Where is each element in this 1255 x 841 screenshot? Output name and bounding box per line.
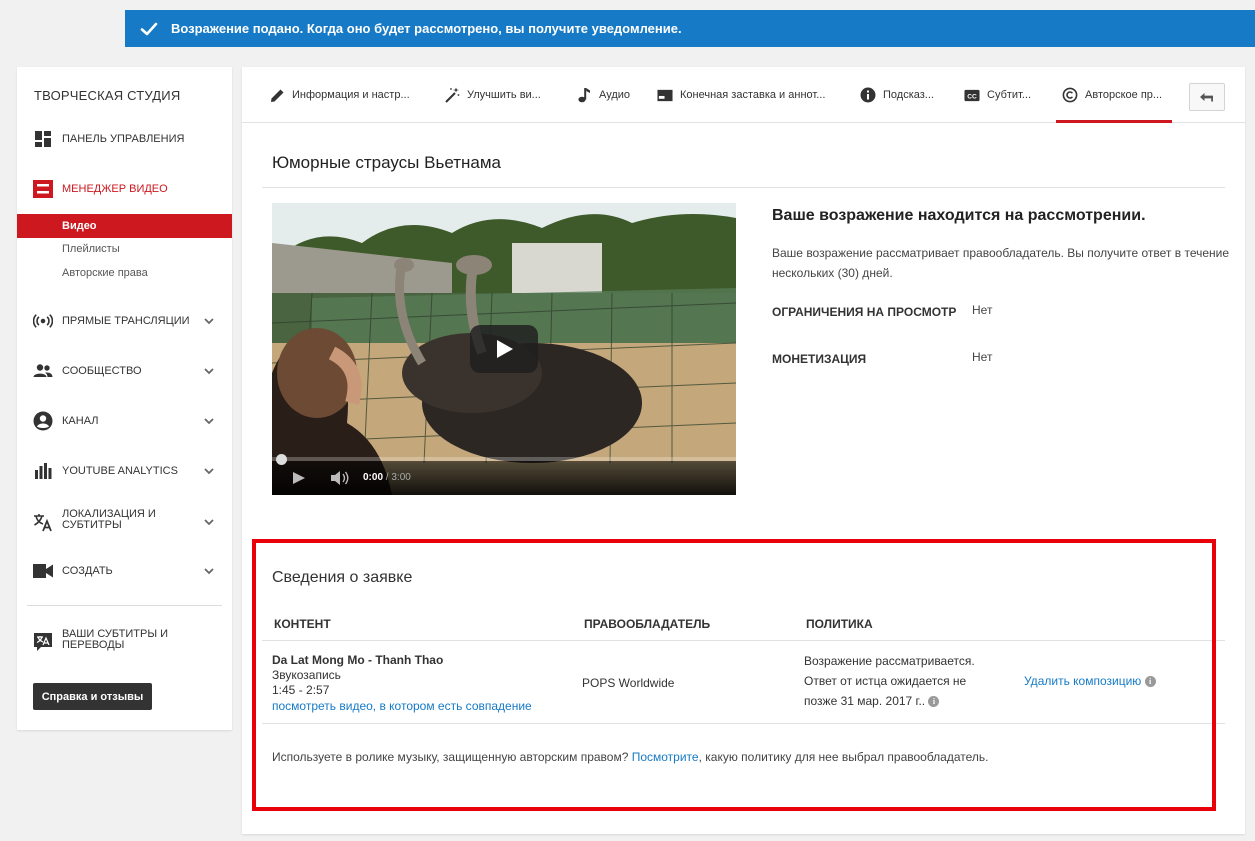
tab-end-screen[interactable]: Конечная заставка и аннот... xyxy=(657,67,825,123)
translate-icon xyxy=(33,512,53,532)
tab-label: Улучшить ви... xyxy=(467,89,541,101)
review-description: Ваше возражение рассматривает правооблад… xyxy=(772,246,1230,280)
restrictions-value: Нет xyxy=(972,303,993,317)
tab-bar: Информация и настр... Улучшить ви... Ауд… xyxy=(242,67,1245,123)
sidebar: ТВОРЧЕСКАЯ СТУДИЯ ПАНЕЛЬ УПРАВЛЕНИЯ МЕНЕ… xyxy=(17,67,232,730)
sidebar-item-label: ВАШИ СУБТИТРЫ И ПЕРЕВОДЫ xyxy=(62,629,168,651)
sidebar-item-label: СООБЩЕСТВО xyxy=(62,364,142,377)
chevron-down-icon[interactable] xyxy=(202,515,216,529)
video-manager-icon xyxy=(33,179,53,199)
sidebar-item-live[interactable]: ПРЯМЫЕ ТРАНСЛЯЦИИ xyxy=(17,311,232,331)
tab-enhance[interactable]: Улучшить ви... xyxy=(444,67,541,123)
tab-audio[interactable]: Аудио xyxy=(576,67,630,123)
tab-label: Авторское пр... xyxy=(1085,89,1163,101)
play-button[interactable] xyxy=(470,325,538,373)
sidebar-item-dashboard[interactable]: ПАНЕЛЬ УПРАВЛЕНИЯ xyxy=(17,129,232,149)
sidebar-divider xyxy=(27,605,222,606)
magic-wand-icon xyxy=(444,87,460,103)
sidebar-item-video-manager[interactable]: МЕНЕДЖЕР ВИДЕО xyxy=(17,179,232,199)
sidebar-item-label: КАНАЛ xyxy=(62,414,99,427)
copyright-icon xyxy=(1062,87,1078,103)
end-screen-icon xyxy=(657,87,673,103)
sidebar-item-label: YOUTUBE ANALYTICS xyxy=(62,464,178,477)
sidebar-item-your-subtitles[interactable]: ВАШИ СУБТИТРЫ И ПЕРЕВОДЫ xyxy=(17,629,232,655)
highlight-box xyxy=(252,539,1216,811)
sidebar-item-label: ЛОКАЛИЗАЦИЯ И СУБТИТРЫ xyxy=(62,509,156,531)
music-note-icon xyxy=(576,87,592,103)
sidebar-item-label: СОЗДАТЬ xyxy=(62,564,113,577)
live-broadcast-icon xyxy=(33,311,53,331)
sidebar-title: ТВОРЧЕСКАЯ СТУДИЯ xyxy=(34,88,181,103)
community-icon xyxy=(33,361,53,381)
play-icon[interactable] xyxy=(292,471,306,485)
notice-text: Возражение подано. Когда оно будет рассм… xyxy=(171,21,682,36)
pencil-icon xyxy=(269,87,285,103)
sidebar-item-label-line: ПЕРЕВОДЫ xyxy=(62,639,125,651)
sidebar-subitem-copyright[interactable]: Авторские права xyxy=(17,261,232,285)
tab-label: Конечная заставка и аннот... xyxy=(680,89,826,101)
sidebar-item-create[interactable]: СОЗДАТЬ xyxy=(17,561,232,581)
time-display: 0:00 / 3:00 xyxy=(363,472,411,483)
sidebar-item-label: ПАНЕЛЬ УПРАВЛЕНИЯ xyxy=(62,132,185,145)
tab-info-settings[interactable]: Информация и настр... xyxy=(269,67,410,123)
play-icon xyxy=(497,340,513,358)
chevron-down-icon[interactable] xyxy=(202,364,216,378)
review-heading: Ваше возражение находится на рассмотрени… xyxy=(772,207,1146,224)
sidebar-item-community[interactable]: СООБЩЕСТВО xyxy=(17,361,232,381)
help-feedback-button[interactable]: Справка и отзывы xyxy=(33,683,152,710)
info-icon xyxy=(860,87,876,103)
sidebar-subitem-video[interactable]: Видео xyxy=(17,214,232,238)
success-notice: Возражение подано. Когда оно будет рассм… xyxy=(125,10,1255,47)
back-button[interactable] xyxy=(1189,83,1225,111)
tab-label: Субтит... xyxy=(987,89,1032,101)
tab-copyright[interactable]: Авторское пр... xyxy=(1055,67,1173,123)
progress-bar[interactable] xyxy=(272,457,736,461)
svg-text:CC: CC xyxy=(967,93,977,100)
chevron-down-icon[interactable] xyxy=(202,464,216,478)
volume-icon[interactable] xyxy=(330,470,350,486)
sidebar-item-label-line: СУБТИТРЫ xyxy=(62,519,122,531)
tab-cards[interactable]: Подсказ... xyxy=(860,67,934,123)
closed-captions-icon: CC xyxy=(964,87,980,103)
video-title: Юморные страусы Вьетнама xyxy=(272,153,501,172)
check-icon xyxy=(140,22,158,35)
player-controls: 0:00 / 3:00 xyxy=(272,454,736,495)
sidebar-subitem-playlists[interactable]: Плейлисты xyxy=(17,237,232,261)
current-time: 0:00 xyxy=(363,472,384,483)
chevron-down-icon[interactable] xyxy=(202,564,216,578)
sidebar-item-localization[interactable]: ЛОКАЛИЗАЦИЯ И СУБТИТРЫ xyxy=(17,509,232,535)
sidebar-item-label: ПРЯМЫЕ ТРАНСЛЯЦИИ xyxy=(62,314,190,327)
account-circle-icon xyxy=(33,411,53,431)
tab-label: Подсказ... xyxy=(883,89,934,101)
duration: / 3:00 xyxy=(385,472,411,483)
video-player[interactable]: 0:00 / 3:00 xyxy=(272,203,736,495)
scrubber-handle[interactable] xyxy=(276,454,287,465)
sidebar-item-label: МЕНЕДЖЕР ВИДЕО xyxy=(62,182,168,195)
bar-chart-icon xyxy=(33,461,53,481)
subtitles-translate-icon xyxy=(33,632,53,652)
sidebar-item-channel[interactable]: КАНАЛ xyxy=(17,411,232,431)
tab-subtitles[interactable]: CC Субтит... xyxy=(964,67,1031,123)
back-arrow-icon xyxy=(1200,93,1213,102)
dashboard-icon xyxy=(33,129,53,149)
tab-label: Информация и настр... xyxy=(292,89,410,101)
chevron-down-icon[interactable] xyxy=(202,314,216,328)
video-camera-icon xyxy=(33,561,53,581)
tab-label: Аудио xyxy=(599,89,631,101)
restrictions-label: ОГРАНИЧЕНИЯ НА ПРОСМОТР xyxy=(772,305,957,319)
divider xyxy=(262,187,1225,188)
monetization-label: МОНЕТИЗАЦИЯ xyxy=(772,352,867,366)
chevron-down-icon[interactable] xyxy=(202,414,216,428)
sidebar-item-analytics[interactable]: YOUTUBE ANALYTICS xyxy=(17,461,232,481)
monetization-value: Нет xyxy=(972,350,993,364)
